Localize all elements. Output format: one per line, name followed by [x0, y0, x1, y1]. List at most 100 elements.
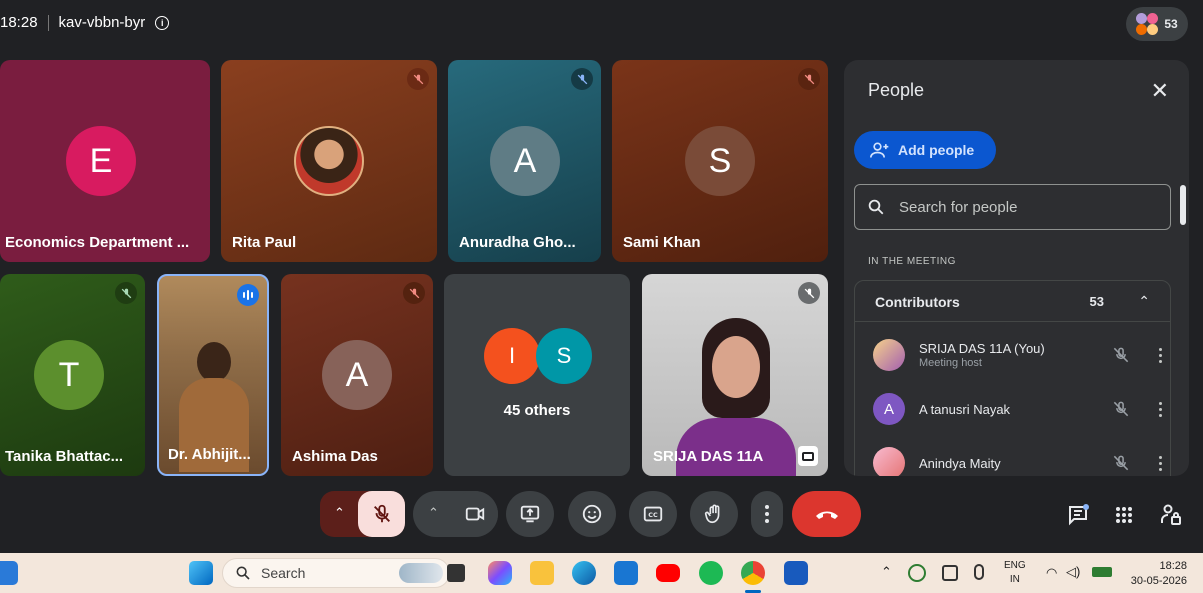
spotify-icon[interactable] — [699, 561, 723, 585]
panel-title: People — [868, 80, 925, 100]
mic-off-icon — [798, 68, 820, 90]
in-meeting-label: IN THE MEETING — [868, 256, 956, 267]
divider — [855, 321, 1170, 322]
participant-tile[interactable]: Rita Paul — [221, 60, 437, 262]
more-vert-icon — [765, 505, 769, 523]
battery-icon[interactable] — [1092, 567, 1112, 577]
add-people-label: Add people — [898, 142, 975, 158]
chevron-up-icon[interactable]: ⌃ — [1138, 293, 1150, 310]
mic-toggle-button[interactable] — [358, 491, 405, 537]
participant-tile[interactable]: A Anuradha Gho... — [448, 60, 601, 262]
participant-name: Anuradha Gho... — [459, 234, 576, 251]
edge-browser-icon[interactable] — [572, 561, 596, 585]
mic-off-icon — [1113, 347, 1129, 363]
profile-photo — [294, 126, 364, 196]
closed-captions-icon: CC — [643, 506, 663, 522]
captions-button[interactable]: CC — [629, 491, 677, 537]
start-windows-icon[interactable] — [189, 561, 213, 585]
participant-tile[interactable]: A Ashima Das — [281, 274, 433, 476]
widgets-icon[interactable] — [0, 561, 18, 585]
others-tile[interactable]: I S 45 others — [444, 274, 630, 476]
participant-tile[interactable]: T Tanika Bhattac... — [0, 274, 145, 476]
search-label: Search — [261, 565, 306, 581]
host-controls-button[interactable] — [1156, 500, 1186, 530]
divider — [47, 14, 49, 31]
participant-name: Economics Department ... — [5, 234, 190, 251]
chat-icon — [1069, 504, 1089, 526]
section-count: 53 — [1089, 294, 1104, 309]
participant-name: Ashima Das — [292, 448, 378, 465]
emoji-icon — [582, 504, 602, 524]
raise-hand-icon — [704, 504, 720, 524]
youtube-icon[interactable] — [656, 564, 680, 582]
tray-app-icon[interactable] — [908, 564, 926, 582]
meeting-time: 18:28 — [0, 14, 38, 31]
taskbar-clock[interactable]: 18:28 30-05-2026 — [1131, 559, 1187, 589]
avatar: E — [66, 126, 136, 196]
participant-video-tile[interactable]: Dr. Abhijit... — [157, 274, 269, 476]
tray-bluetooth-icon[interactable] — [942, 565, 958, 581]
reactions-button[interactable] — [568, 491, 616, 537]
search-icon — [236, 566, 250, 580]
mic-off-icon — [407, 68, 429, 90]
word-icon[interactable] — [784, 561, 808, 585]
camera-options-chevron-icon[interactable]: ⌃ — [428, 505, 439, 521]
microphone-icon[interactable] — [974, 564, 984, 580]
top-bar: 18:28 kav-vbbn-byr i 53 — [0, 0, 1203, 50]
avatar: A — [873, 393, 905, 425]
chat-button[interactable] — [1063, 500, 1093, 530]
pin-screen-icon[interactable] — [798, 446, 818, 466]
chrome-icon[interactable] — [741, 561, 765, 585]
participant-tile[interactable]: S Sami Khan — [612, 60, 828, 262]
taskbar-search-box[interactable]: Search — [222, 558, 450, 588]
people-panel: People ✕ Add people Search for people IN… — [844, 60, 1189, 476]
raise-hand-button[interactable] — [690, 491, 738, 537]
file-explorer-icon[interactable] — [530, 561, 554, 585]
mic-off-icon — [1113, 401, 1129, 417]
clock-date: 30-05-2026 — [1130, 575, 1187, 587]
microsoft-store-icon[interactable] — [614, 561, 638, 585]
meeting-code: kav-vbbn-byr — [58, 14, 146, 31]
mic-options-chevron-icon[interactable]: ⌃ — [334, 505, 345, 521]
meeting-info: 18:28 kav-vbbn-byr i — [0, 14, 170, 31]
avatar: A — [490, 126, 560, 196]
task-view-icon[interactable] — [447, 564, 465, 582]
present-screen-button[interactable] — [506, 491, 554, 537]
participant-tile[interactable]: E Economics Department ... — [0, 60, 210, 262]
participant-count-button[interactable]: 53 — [1126, 7, 1188, 41]
participant-name: A tanusri Nayak — [919, 401, 1011, 417]
info-icon[interactable]: i — [155, 15, 170, 30]
input-language[interactable]: ENG IN — [1004, 559, 1026, 587]
participant-row[interactable]: SRIJA DAS 11A (You) Meeting host — [873, 335, 1163, 375]
avatar: S — [536, 328, 592, 384]
close-icon[interactable]: ✕ — [1151, 78, 1169, 104]
participant-row[interactable]: A A tanusri Nayak — [873, 389, 1163, 429]
participant-row[interactable]: Anindya Maity — [873, 443, 1163, 476]
volume-icon[interactable]: ◁) — [1066, 564, 1080, 580]
search-people-input[interactable]: Search for people — [854, 184, 1171, 230]
camera-toggle-button[interactable] — [451, 491, 498, 537]
mic-off-icon — [115, 282, 137, 304]
avatar: A — [322, 340, 392, 410]
copilot-icon[interactable] — [488, 561, 512, 585]
apps-grid-icon — [1116, 507, 1132, 523]
more-options-icon[interactable] — [1157, 455, 1163, 471]
mic-off-icon — [1113, 455, 1129, 471]
more-options-icon[interactable] — [1157, 347, 1163, 363]
self-video-tile[interactable]: SRIJA DAS 11A — [642, 274, 828, 476]
participant-count: 53 — [1164, 17, 1178, 31]
more-options-button[interactable] — [751, 491, 783, 537]
add-people-button[interactable]: Add people — [854, 131, 996, 169]
wifi-icon[interactable]: ◠ — [1046, 565, 1057, 581]
clock-time: 18:28 — [1159, 560, 1187, 572]
more-options-icon[interactable] — [1157, 401, 1163, 417]
activities-button[interactable] — [1109, 500, 1139, 530]
participant-name: SRIJA DAS 11A (You) — [919, 341, 1045, 356]
camera-control-group: ⌃ — [413, 491, 498, 537]
participant-role: Meeting host — [919, 357, 982, 369]
panel-scrollbar[interactable] — [1180, 185, 1186, 225]
lang-bottom: IN — [1009, 574, 1020, 585]
leave-call-button[interactable] — [792, 491, 861, 537]
search-icon — [868, 199, 884, 215]
tray-chevron-icon[interactable]: ⌃ — [881, 564, 892, 580]
